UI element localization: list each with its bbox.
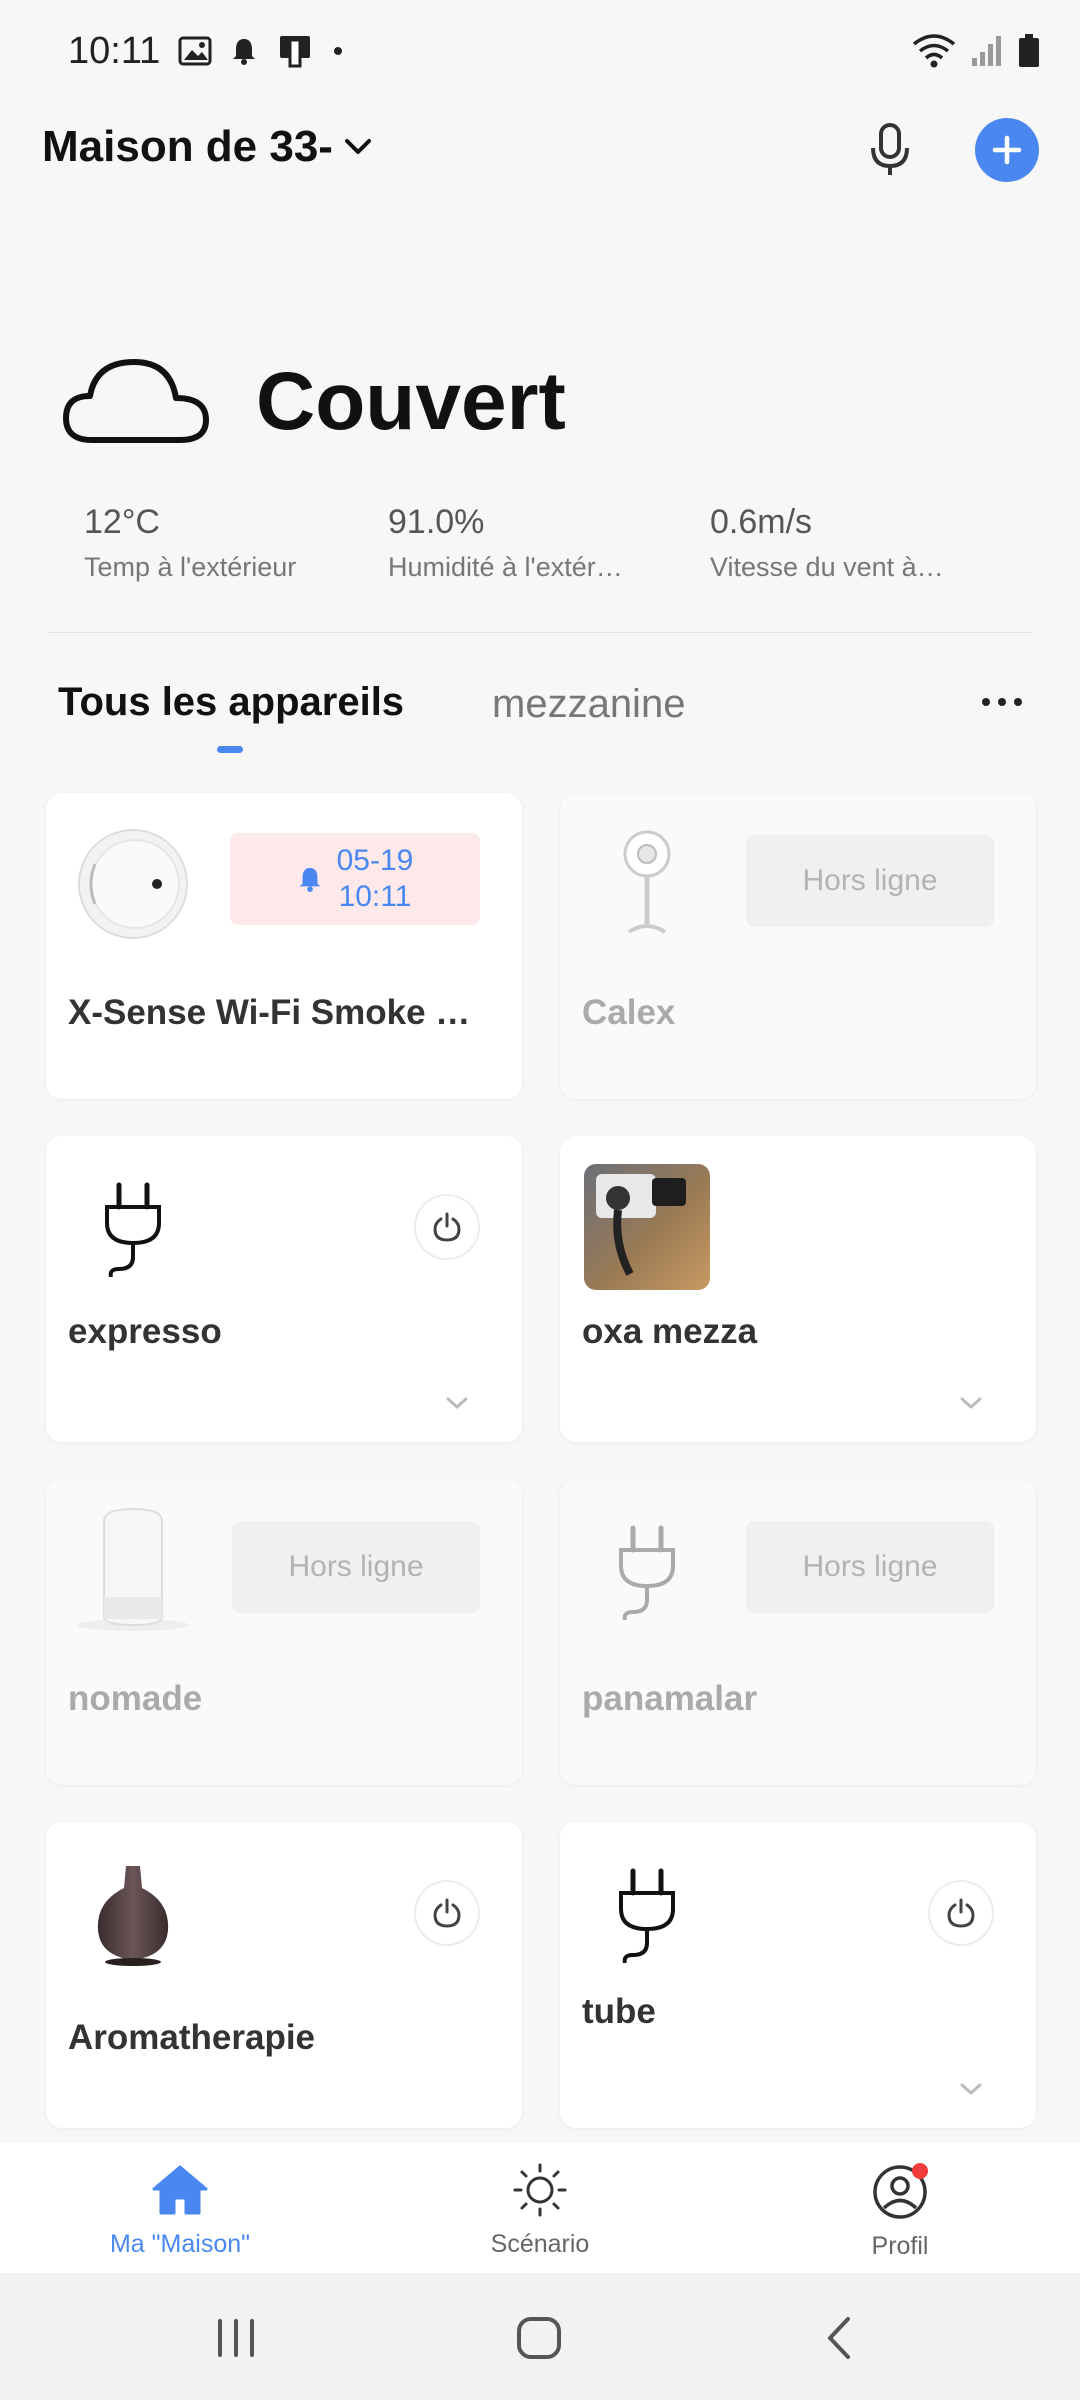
outdoor-humidity-value: 91.0% <box>388 503 485 541</box>
status-right-icons <box>912 34 1040 68</box>
profile-icon <box>873 2163 928 2219</box>
plus-icon <box>992 135 1022 165</box>
device-card-oxa-mezza[interactable]: oxa mezza <box>560 1136 1036 1442</box>
device-photo <box>582 1162 712 1292</box>
power-button[interactable] <box>928 1880 994 1946</box>
device-card-aromatherapie[interactable]: Aromatherapie <box>46 1822 522 2128</box>
outdoor-temp-label: Temp à l'extérieur <box>84 552 297 582</box>
weather-condition: Couvert <box>256 356 566 447</box>
outdoor-humidity-label: Humidité à l'extér… <box>388 552 623 582</box>
chevron-down-icon[interactable] <box>958 1394 984 1412</box>
wifi-icon <box>912 34 956 68</box>
chevron-down-icon[interactable] <box>958 2080 984 2098</box>
nav-scenario[interactable]: Scénario <box>420 2163 660 2259</box>
nav-profile[interactable]: Profil <box>780 2163 1020 2261</box>
wind-speed-label: Vitesse du vent à… <box>710 552 944 582</box>
dot-icon <box>334 47 342 55</box>
more-options-button[interactable] <box>982 690 1034 714</box>
add-device-button[interactable] <box>975 118 1039 182</box>
image-notification-icon <box>178 36 212 66</box>
device-card-smoke-detector[interactable]: 05-19 10:11 X-Sense Wi-Fi Smoke … <box>46 793 522 1099</box>
power-icon <box>433 1212 461 1242</box>
plug-image <box>582 1505 712 1635</box>
camera-image <box>582 819 712 949</box>
diffuser-image <box>68 1848 198 1978</box>
tab-mezzanine[interactable]: mezzanine <box>492 682 685 727</box>
chevron-down-icon[interactable] <box>444 1394 470 1412</box>
nav-profile-label: Profil <box>871 2232 929 2260</box>
alarm-text: 05-19 10:11 <box>337 843 414 915</box>
power-icon <box>433 1898 461 1928</box>
wind-speed: 0.6m/s Vitesse du vent à… <box>710 503 970 583</box>
device-card-panamalar[interactable]: Hors ligne panamalar <box>560 1479 1036 1785</box>
bell-notification-icon <box>233 39 255 65</box>
home-name: Maison de 33- <box>42 122 333 171</box>
divider <box>48 632 1032 633</box>
back-button[interactable] <box>822 2315 856 2361</box>
home-button[interactable] <box>515 2315 563 2361</box>
status-time: 10:11 <box>68 30 161 72</box>
microphone-icon <box>871 123 909 175</box>
app-notification-icon <box>280 36 310 68</box>
device-name: panamalar <box>582 1679 758 1718</box>
lamp-image <box>68 1505 198 1635</box>
home-icon <box>152 2165 208 2215</box>
signal-icon <box>972 36 1001 66</box>
device-card-tube[interactable]: tube <box>560 1822 1036 2128</box>
battery-icon <box>1019 34 1039 67</box>
alarm-time: 10:11 <box>338 880 412 913</box>
tab-all-devices[interactable]: Tous les appareils <box>58 680 404 725</box>
outdoor-humidity: 91.0% Humidité à l'extér… <box>388 503 628 583</box>
nav-home-label: Ma "Maison" <box>109 2230 250 2258</box>
device-name: Calex <box>582 993 676 1032</box>
bottom-navigation: Ma "Maison" Scénario Profil <box>0 2143 1080 2273</box>
nav-scenario-label: Scénario <box>490 2230 590 2258</box>
plug-image <box>68 1162 198 1292</box>
offline-badge: Hors ligne <box>746 835 994 927</box>
alarm-badge: 05-19 10:11 <box>230 833 480 925</box>
voice-button[interactable] <box>860 120 920 180</box>
recent-apps-button[interactable] <box>214 2317 258 2359</box>
outdoor-temp: 12°C Temp à l'extérieur <box>84 503 384 583</box>
power-button[interactable] <box>414 1194 480 1260</box>
device-card-calex[interactable]: Hors ligne Calex <box>560 793 1036 1099</box>
sun-icon <box>513 2163 567 2217</box>
device-name: expresso <box>68 1312 222 1351</box>
wind-speed-value: 0.6m/s <box>710 503 813 541</box>
device-name: nomade <box>68 1679 203 1718</box>
offline-badge: Hors ligne <box>232 1521 480 1613</box>
system-navigation-bar <box>0 2273 1080 2400</box>
outdoor-temp-value: 12°C <box>84 503 160 541</box>
device-card-nomade[interactable]: Hors ligne nomade <box>46 1479 522 1785</box>
nav-home[interactable]: Ma "Maison" <box>60 2163 300 2259</box>
smoke-detector-image <box>68 819 198 949</box>
power-button[interactable] <box>414 1880 480 1946</box>
device-card-expresso[interactable]: expresso <box>46 1136 522 1442</box>
status-left-icons <box>178 34 344 68</box>
alarm-date: 05-19 <box>336 844 414 877</box>
plug-image <box>582 1848 712 1978</box>
device-name: tube <box>582 1992 656 2031</box>
cloud-icon <box>63 359 209 443</box>
bell-icon <box>299 867 320 892</box>
device-name: Aromatherapie <box>68 2018 316 2057</box>
device-name: oxa mezza <box>582 1312 758 1351</box>
tab-indicator <box>217 746 243 753</box>
power-icon <box>947 1898 975 1928</box>
device-name: X-Sense Wi-Fi Smoke … <box>68 993 471 1032</box>
chevron-down-icon <box>344 139 371 154</box>
offline-badge: Hors ligne <box>746 1521 994 1613</box>
home-selector[interactable]: Maison de 33- <box>42 122 373 172</box>
